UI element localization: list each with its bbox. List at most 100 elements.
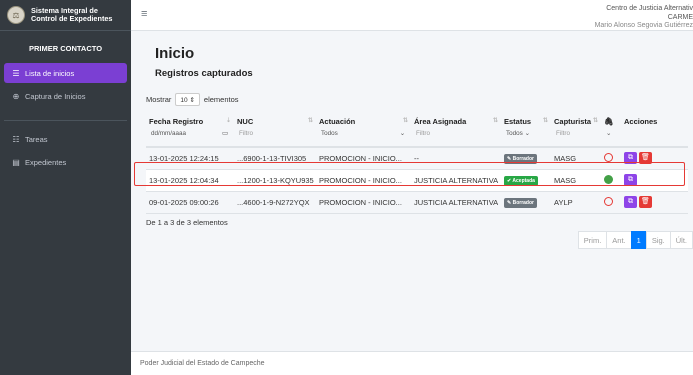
page-length-value: 10: [180, 97, 188, 104]
cell-estatus: ✎ Borrador: [501, 191, 551, 214]
cell-attachment: [601, 169, 621, 192]
col-nuc[interactable]: NUC ⇅: [234, 114, 316, 127]
cell-actions: ⧉ 🗑: [621, 147, 688, 170]
table-info: De 1 a 3 de 3 elementos: [146, 218, 228, 227]
folder-icon: ▤: [12, 157, 20, 167]
plus-circle-icon: ⊕: [12, 91, 20, 101]
sidebar-item-label: Expedientes: [25, 157, 67, 167]
table-row[interactable]: 13-01-2025 12:04:34 ...1200-1-13-KQYU935…: [146, 169, 688, 192]
seal-logo-icon: ⚖: [7, 6, 25, 24]
pagination-next[interactable]: Sig.: [645, 231, 671, 249]
sort-down-icon: ⇣: [225, 118, 231, 124]
empty-circle-icon: [604, 196, 613, 206]
page-title: Inicio: [155, 45, 195, 62]
pagination-prev[interactable]: Ant.: [606, 231, 632, 249]
cell-actuacion: PROMOCION - INICIO...: [316, 147, 411, 170]
pagination-last[interactable]: Últ.: [669, 231, 693, 249]
divider: [4, 120, 127, 121]
cell-estatus: ✎ Borrador: [501, 147, 551, 170]
cell-attachment: [601, 191, 621, 214]
user-name: Mario Alonso Segovia Gutiérrez: [594, 22, 693, 29]
cell-area: JUSTICIA ALTERNATIVA: [411, 169, 501, 192]
cell-nuc: ...4600-1-9-N272YQX: [234, 191, 316, 214]
pagination-page-1[interactable]: 1: [630, 231, 647, 249]
select-arrows-icon: ⇕: [189, 97, 195, 104]
cell-attachment: [601, 147, 621, 170]
brand-line-2: Control de Expedientes: [31, 14, 113, 23]
cell-fecha: 09-01-2025 09:00:26: [146, 191, 234, 214]
sidebar: ⚖ Sistema Integral de Control de Expedie…: [0, 0, 131, 375]
filter-row: dd/mm/aaaa ▭ Filtro Todos ⌄ Filtro Todos …: [146, 127, 688, 148]
records-table: Fecha Registro ⇣ NUC ⇅ Actuación ⇅ Área Asi…: [146, 114, 688, 214]
sidebar-item-label: Tareas: [25, 134, 48, 144]
sort-icon: ⇅: [307, 118, 313, 124]
length-suffix: elementos: [203, 95, 239, 104]
col-area-asignada[interactable]: Área Asignada ⇅: [411, 114, 501, 127]
actuacion-filter-select[interactable]: Todos ⌄: [319, 127, 408, 141]
edit-button[interactable]: ⧉: [624, 152, 637, 165]
page-length-control: Mostrar 10 ⇕ elementos: [146, 93, 239, 106]
sidebar-item-label: Captura de Inicios: [25, 91, 86, 101]
tasks-icon: ☷: [12, 134, 20, 144]
cell-fecha: 13-01-2025 12:24:15: [146, 147, 234, 170]
user-code: CARME: [667, 13, 693, 21]
cell-area: --: [411, 147, 501, 170]
col-actuacion[interactable]: Actuación ⇅: [316, 114, 411, 127]
delete-button[interactable]: 🗑: [639, 196, 652, 208]
length-prefix: Mostrar: [146, 95, 172, 104]
col-acciones: Acciones: [624, 117, 658, 126]
col-capturista[interactable]: Capturista ⇅: [551, 114, 601, 127]
pagination-first[interactable]: Prim.: [577, 231, 608, 249]
sidebar-item-lista-de-inicios[interactable]: ☰ Lista de inicios: [4, 63, 127, 83]
user-info[interactable]: Centro de Justicia Alternativ CARME Mari…: [595, 5, 693, 31]
edit-button[interactable]: ⧉: [624, 196, 637, 208]
cell-capturista: AYLP: [551, 191, 601, 214]
chevron-down-icon: ⌄: [524, 130, 530, 137]
filled-circle-icon: [604, 174, 613, 184]
org-name: Centro de Justicia Alternativ: [606, 5, 693, 12]
cell-capturista: MASG: [551, 169, 601, 192]
col-estatus[interactable]: Estatus ⇅: [501, 114, 551, 127]
area-filter-input[interactable]: Filtro: [414, 127, 498, 141]
chevron-down-icon: ⌄: [606, 130, 612, 137]
brand[interactable]: ⚖ Sistema Integral de Control de Expedie…: [0, 0, 131, 31]
paperclip-icon: 🖇: [604, 117, 614, 126]
top-navbar: ≡ Centro de Justicia Alternativ CARME Ma…: [131, 0, 693, 31]
status-badge: ✔ Aceptada: [504, 175, 538, 186]
cell-nuc: ...1200-1-13-KQYU935: [234, 169, 316, 192]
cell-actuacion: PROMOCION - INICIO...: [316, 169, 411, 192]
table-row[interactable]: 13-01-2025 12:24:15 ...6900-1-13-TIVI305…: [146, 147, 688, 170]
col-attachment[interactable]: 🖇: [601, 114, 621, 127]
cell-actions: ⧉ 🗑: [621, 191, 688, 214]
cell-nuc: ...6900-1-13-TIVI305: [234, 147, 316, 170]
sidebar-item-label: Lista de inicios: [25, 68, 75, 78]
cell-actuacion: PROMOCION - INICIO...: [316, 191, 411, 214]
capturista-filter-input[interactable]: Filtro: [554, 127, 598, 141]
main-content: Inicio Registros capturados Mostrar 10 ⇕…: [131, 31, 693, 351]
section-title: Registros capturados: [155, 68, 253, 79]
cell-capturista: MASG: [551, 147, 601, 170]
hamburger-menu-icon[interactable]: ≡: [141, 8, 147, 20]
delete-button[interactable]: 🗑: [639, 152, 652, 165]
nuc-filter-input[interactable]: Filtro: [237, 127, 313, 141]
attachment-filter-select[interactable]: ⌄: [604, 127, 618, 141]
edit-button[interactable]: ⧉: [624, 174, 637, 186]
sidebar-item-captura-de-inicios[interactable]: ⊕ Captura de Inicios: [4, 86, 127, 106]
footer: Poder Judicial del Estado de Campeche: [131, 351, 693, 375]
estatus-filter-select[interactable]: Todos ⌄: [504, 127, 548, 141]
sort-icon: ⇅: [492, 118, 498, 124]
sort-icon: ⇅: [592, 118, 598, 124]
cell-area: JUSTICIA ALTERNATIVA: [411, 191, 501, 214]
page-length-select[interactable]: 10 ⇕: [175, 93, 200, 106]
chevron-down-icon: ⌄: [399, 130, 405, 137]
table-row[interactable]: 09-01-2025 09:00:26 ...4600-1-9-N272YQX …: [146, 191, 688, 214]
empty-circle-icon: [604, 152, 613, 162]
status-badge: ✎ Borrador: [504, 153, 537, 164]
pagination: Prim. Ant. 1 Sig. Últ.: [577, 231, 693, 249]
list-icon: ☰: [12, 68, 20, 78]
cell-estatus: ✔ Aceptada: [501, 169, 551, 192]
date-filter-input[interactable]: dd/mm/aaaa ▭: [149, 127, 231, 141]
sidebar-item-tareas[interactable]: ☷ Tareas: [4, 129, 127, 149]
col-fecha-registro[interactable]: Fecha Registro ⇣: [146, 114, 234, 127]
sidebar-item-expedientes[interactable]: ▤ Expedientes: [4, 152, 127, 172]
